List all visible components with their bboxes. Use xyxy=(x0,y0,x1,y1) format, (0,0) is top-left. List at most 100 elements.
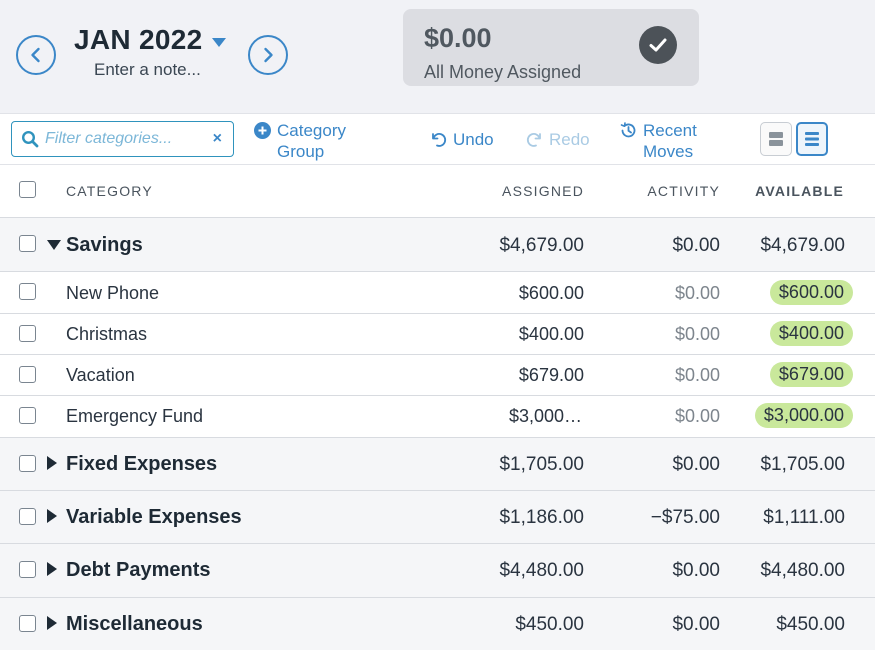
chevron-left-icon xyxy=(31,47,40,63)
group-available: $4,679.00 xyxy=(760,235,845,256)
category-activity[interactable]: $0.00 xyxy=(675,406,720,427)
group-checkbox[interactable] xyxy=(19,235,36,252)
select-all-checkbox[interactable] xyxy=(19,181,36,198)
expanded-view-toggle[interactable] xyxy=(760,122,792,156)
category-available-pill[interactable]: $400.00 xyxy=(769,321,853,346)
previous-month-button[interactable] xyxy=(16,35,56,75)
category-group-row[interactable]: Miscellaneous $450.00 $0.00 $450.00 xyxy=(0,598,875,650)
category-available-pill[interactable]: $600.00 xyxy=(769,280,853,305)
category-assigned[interactable]: $400.00 xyxy=(519,324,584,345)
next-month-button[interactable] xyxy=(248,35,288,75)
group-available: $1,111.00 xyxy=(763,507,845,528)
category-name[interactable]: Vacation xyxy=(66,365,135,386)
group-name[interactable]: Miscellaneous xyxy=(66,613,203,636)
category-row[interactable]: Emergency Fund $3,000… $0.00 $3,000.00 xyxy=(0,396,875,438)
to-be-assigned-card[interactable]: $0.00 All Money Assigned xyxy=(403,9,699,86)
month-label: JAN 2022 xyxy=(74,24,203,55)
group-assigned: $4,480.00 xyxy=(499,560,584,581)
category-name[interactable]: Christmas xyxy=(66,324,147,345)
category-checkbox[interactable] xyxy=(19,283,36,300)
group-assigned: $1,705.00 xyxy=(499,454,584,475)
category-name[interactable]: Emergency Fund xyxy=(66,406,203,427)
month-note[interactable]: Enter a note... xyxy=(94,60,201,80)
column-header-activity[interactable]: ACTIVITY xyxy=(647,183,720,199)
recent-moves-label-line1: Recent xyxy=(643,121,697,140)
group-activity: $0.00 xyxy=(672,235,720,256)
column-header-category[interactable]: CATEGORY xyxy=(66,183,153,199)
search-icon xyxy=(21,130,39,148)
caret-down-icon[interactable] xyxy=(47,240,61,250)
chevron-right-icon xyxy=(264,47,273,63)
recent-moves-label-line2: Moves xyxy=(643,142,694,161)
group-checkbox[interactable] xyxy=(19,561,36,578)
undo-button[interactable]: Undo xyxy=(430,129,494,150)
category-available-pill[interactable]: $679.00 xyxy=(769,362,853,387)
category-assigned[interactable]: $679.00 xyxy=(519,365,584,386)
group-available: $450.00 xyxy=(776,614,845,635)
redo-label: Redo xyxy=(549,130,590,149)
history-icon xyxy=(620,122,636,138)
group-checkbox[interactable] xyxy=(19,615,36,632)
caret-right-icon[interactable] xyxy=(47,456,57,470)
category-group-row[interactable]: Variable Expenses $1,186.00 −$75.00 $1,1… xyxy=(0,491,875,544)
check-circle-icon xyxy=(639,26,677,64)
category-checkbox[interactable] xyxy=(19,407,36,424)
caret-down-icon xyxy=(212,37,227,47)
category-row[interactable]: Christmas $400.00 $0.00 $400.00 xyxy=(0,314,875,355)
add-category-group-button[interactable]: Category Group xyxy=(254,120,346,162)
category-activity[interactable]: $0.00 xyxy=(675,365,720,386)
expanded-rows-icon xyxy=(769,132,783,146)
column-header-available[interactable]: AVAILABLE xyxy=(755,183,844,199)
condensed-rows-icon xyxy=(805,132,819,146)
group-assigned: $450.00 xyxy=(515,614,584,635)
category-group-label-line1: Category xyxy=(277,121,346,140)
category-row[interactable]: Vacation $679.00 $0.00 $679.00 xyxy=(0,355,875,396)
caret-right-icon[interactable] xyxy=(47,509,57,523)
group-name[interactable]: Variable Expenses xyxy=(66,506,242,529)
budget-header: JAN 2022 Enter a note... $0.00 All Money… xyxy=(0,0,875,114)
group-checkbox[interactable] xyxy=(19,455,36,472)
budget-table: CATEGORY ASSIGNED ACTIVITY AVAILABLE Sav… xyxy=(0,165,875,650)
caret-right-icon[interactable] xyxy=(47,616,57,630)
category-activity[interactable]: $0.00 xyxy=(675,324,720,345)
group-activity: −$75.00 xyxy=(650,507,720,528)
to-be-assigned-amount: $0.00 xyxy=(424,23,492,53)
group-checkbox[interactable] xyxy=(19,508,36,525)
caret-right-icon[interactable] xyxy=(47,562,57,576)
group-available: $1,705.00 xyxy=(760,454,845,475)
category-row[interactable]: New Phone $600.00 $0.00 $600.00 xyxy=(0,272,875,314)
budget-toolbar: × Category Group Undo Redo Recent Moves xyxy=(0,114,875,165)
group-assigned: $4,679.00 xyxy=(499,235,584,256)
category-checkbox[interactable] xyxy=(19,325,36,342)
category-name[interactable]: New Phone xyxy=(66,283,159,304)
plus-circle-icon xyxy=(254,122,271,139)
category-activity[interactable]: $0.00 xyxy=(675,283,720,304)
redo-icon xyxy=(526,133,541,147)
category-assigned[interactable]: $3,000… xyxy=(509,406,582,427)
category-group-label-line2: Group xyxy=(277,142,325,161)
group-activity: $0.00 xyxy=(672,454,720,475)
group-available: $4,480.00 xyxy=(760,560,845,581)
undo-label: Undo xyxy=(453,130,494,149)
category-available-pill[interactable]: $3,000.00 xyxy=(754,403,853,428)
month-selector[interactable]: JAN 2022 xyxy=(74,24,227,56)
recent-moves-button[interactable]: Recent Moves xyxy=(620,120,697,162)
undo-icon xyxy=(432,133,447,147)
filter-categories-input[interactable] xyxy=(45,130,210,148)
category-group-row[interactable]: Debt Payments $4,480.00 $0.00 $4,480.00 xyxy=(0,544,875,598)
filter-categories-field[interactable]: × xyxy=(11,121,234,157)
condensed-view-toggle[interactable] xyxy=(796,122,828,156)
group-activity: $0.00 xyxy=(672,614,720,635)
to-be-assigned-label: All Money Assigned xyxy=(424,62,582,82)
category-group-row[interactable]: Fixed Expenses $1,705.00 $0.00 $1,705.00 xyxy=(0,438,875,491)
redo-button[interactable]: Redo xyxy=(526,129,590,150)
category-group-row[interactable]: Savings $4,679.00 $0.00 $4,679.00 xyxy=(0,218,875,272)
group-name[interactable]: Fixed Expenses xyxy=(66,453,217,476)
group-assigned: $1,186.00 xyxy=(499,507,584,528)
category-checkbox[interactable] xyxy=(19,366,36,383)
column-header-assigned[interactable]: ASSIGNED xyxy=(502,183,584,199)
group-name[interactable]: Debt Payments xyxy=(66,559,211,582)
category-assigned[interactable]: $600.00 xyxy=(519,283,584,304)
group-name[interactable]: Savings xyxy=(66,234,143,257)
clear-filter-button[interactable]: × xyxy=(213,130,222,148)
